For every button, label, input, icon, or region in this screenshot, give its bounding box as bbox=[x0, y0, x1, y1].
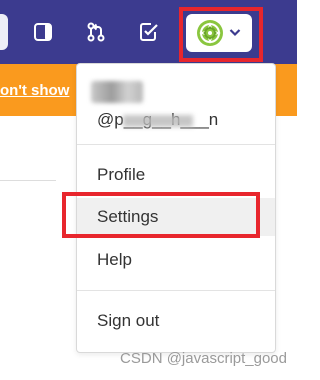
watermark: CSDN @javascript_good bbox=[120, 350, 287, 367]
user-dropdown-menu: @p__g__h___n Profile Settings Help Sign … bbox=[76, 63, 276, 353]
user-name-redacted bbox=[91, 81, 143, 103]
identicon-avatar-icon bbox=[197, 20, 223, 46]
chevron-down-icon bbox=[229, 24, 241, 42]
top-navbar bbox=[0, 0, 297, 64]
sidebar-panel-icon[interactable] bbox=[24, 14, 62, 50]
handle-redaction bbox=[123, 115, 193, 127]
menu-item-profile[interactable]: Profile bbox=[77, 156, 275, 194]
menu-item-help[interactable]: Help bbox=[77, 241, 275, 279]
user-avatar-button[interactable] bbox=[186, 14, 252, 52]
menu-item-settings[interactable]: Settings bbox=[77, 198, 275, 236]
page-divider bbox=[0, 180, 56, 181]
menu-divider bbox=[77, 144, 275, 145]
merge-request-icon[interactable] bbox=[77, 14, 115, 50]
nav-search-stub[interactable] bbox=[0, 14, 8, 50]
menu-item-sign-out[interactable]: Sign out bbox=[77, 302, 275, 340]
todo-checkbox-icon[interactable] bbox=[130, 14, 168, 50]
menu-divider bbox=[77, 290, 275, 291]
dont-show-link[interactable]: on't show bbox=[0, 82, 69, 99]
